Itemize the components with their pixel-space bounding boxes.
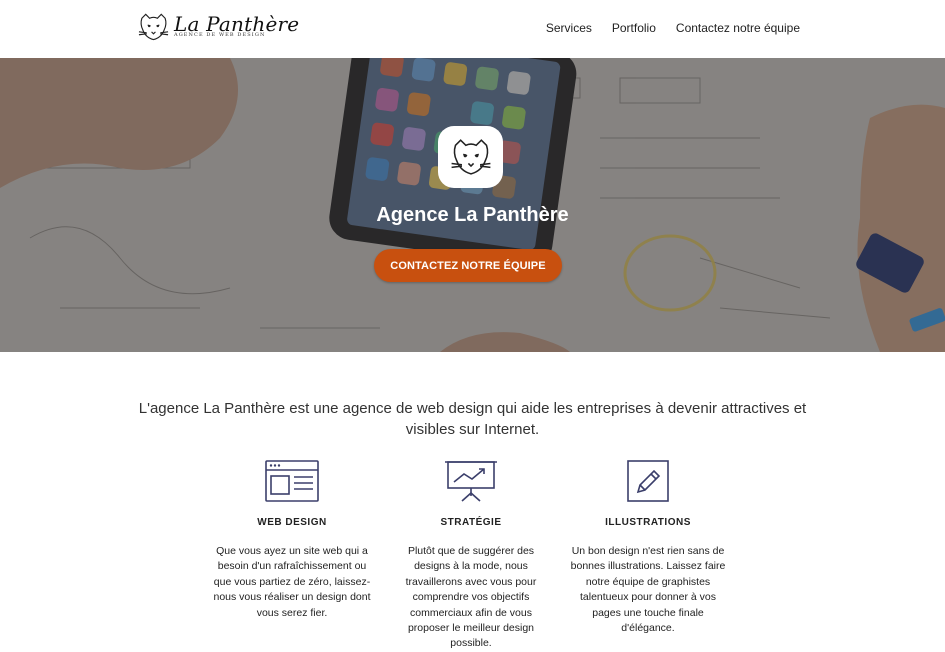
- service-description: Que vous ayez un site web qui a besoin d…: [213, 545, 371, 619]
- nav-link-contact[interactable]: Contactez notre équipe: [676, 21, 800, 35]
- panther-logo-icon: [450, 139, 491, 175]
- intro-text: L'agence La Panthère est une agence de w…: [138, 400, 807, 438]
- nav-link-portfolio[interactable]: Portfolio: [612, 21, 656, 35]
- logo-tagline: AGENCE DE WEB DESIGN: [174, 32, 266, 38]
- service-web-design: WEB DESIGN Que vous ayez un site web qui…: [212, 460, 372, 621]
- site-logo[interactable]: La Panthère AGENCE DE WEB DESIGN: [137, 12, 299, 42]
- browser-window-icon: [265, 460, 319, 502]
- contact-team-button[interactable]: CONTACTEZ NOTRE ÉQUIPE: [374, 249, 562, 282]
- presentation-chart-icon: [445, 461, 497, 502]
- panther-logo-icon: [138, 13, 169, 41]
- service-title: ILLUSTRATIONS: [605, 517, 691, 528]
- service-strategie: STRATÉGIE Plutôt que de suggérer des des…: [391, 460, 551, 652]
- site-header: La Panthère AGENCE DE WEB DESIGN Service…: [0, 0, 945, 58]
- nav-link-services[interactable]: Services: [546, 21, 592, 35]
- main-nav: Services Portfolio Contactez notre équip…: [546, 21, 800, 35]
- service-illustrations: ILLUSTRATIONS Un bon design n'est rien s…: [568, 460, 728, 636]
- service-description: Un bon design n'est rien sans de bonnes …: [570, 545, 726, 635]
- service-title: STRATÉGIE: [440, 517, 502, 528]
- hero-banner: Agence La Panthère CONTACTEZ NOTRE ÉQUIP…: [0, 58, 945, 352]
- pencil-box-icon: [627, 460, 669, 502]
- hero-logo-badge: [438, 126, 503, 188]
- hero-title: Agence La Panthère: [376, 204, 569, 226]
- service-description: Plutôt que de suggérer des designs à la …: [405, 545, 537, 650]
- service-title: WEB DESIGN: [257, 517, 327, 528]
